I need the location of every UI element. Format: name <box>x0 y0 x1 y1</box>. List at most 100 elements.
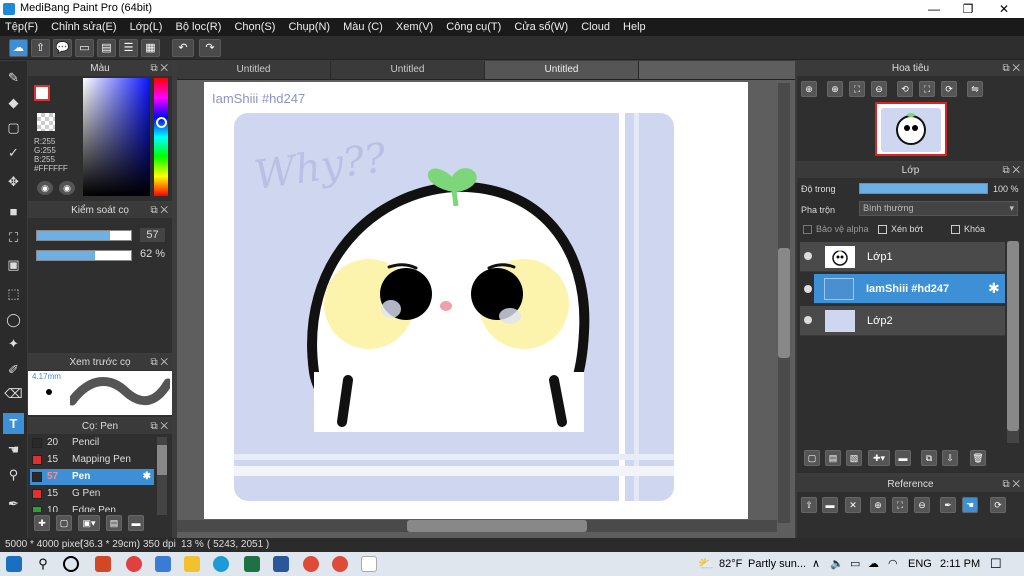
menu-window[interactable]: Cửa sổ(W) <box>509 18 573 36</box>
search-icon[interactable]: ⚲ <box>35 556 51 572</box>
list-icon[interactable]: ☰ <box>119 39 138 57</box>
select-pen-tool-icon[interactable]: ✐ <box>3 359 24 380</box>
vertical-scrollbar[interactable] <box>778 83 790 523</box>
brush-copy-icon[interactable]: ▤ <box>106 515 122 531</box>
menu-help[interactable]: Help <box>618 18 651 36</box>
fit-screen-icon[interactable]: ⛶ <box>849 81 865 97</box>
maximize-button[interactable]: ❐ <box>950 0 986 18</box>
layer-folder-icon[interactable]: ▬ <box>895 450 911 466</box>
file-explorer-icon[interactable] <box>184 556 200 572</box>
panel-controls-icon[interactable]: ⧉ ✕ <box>150 355 168 370</box>
settings-gear-icon[interactable]: ✱ <box>143 469 151 485</box>
zoom-fit-icon[interactable]: ⊕ <box>801 81 817 97</box>
line-tool-icon[interactable]: ✓ <box>3 142 24 163</box>
upload-icon[interactable]: ⇧ <box>31 39 50 57</box>
eyedropper-icon[interactable]: ◉ <box>59 181 75 195</box>
tab-untitled-2[interactable]: Untitled <box>331 61 485 79</box>
menu-layer[interactable]: Lớp(L) <box>125 18 168 36</box>
menu-capture[interactable]: Chụp(N) <box>283 18 335 36</box>
new-brush-icon[interactable]: ▢ <box>56 515 72 531</box>
new-layer-8bit-icon[interactable]: ▤ <box>825 450 841 466</box>
notifications-icon[interactable]: ☐ <box>990 556 1002 572</box>
new-layer-icon[interactable]: ▢ <box>804 450 820 466</box>
zoom-in-icon[interactable]: ⊕ <box>870 497 886 513</box>
brush-item[interactable]: 20 Pencil <box>30 435 154 451</box>
brush-item-selected[interactable]: 57 Pen ✱ <box>30 469 154 485</box>
protect-alpha-checkbox[interactable] <box>803 225 812 234</box>
redo-icon[interactable]: ↷ <box>199 39 221 57</box>
brush-size-value[interactable]: 57 <box>140 228 165 242</box>
add-layer-menu-icon[interactable]: ✚▾ <box>868 450 890 466</box>
magic-wand-tool-icon[interactable]: ✦ <box>3 333 24 354</box>
app-icon-red[interactable] <box>126 556 142 572</box>
volume-icon[interactable]: 🔈 <box>830 557 844 570</box>
vertical-scroll-thumb[interactable] <box>778 248 790 358</box>
rotate-left-icon[interactable]: ⟲ <box>897 81 913 97</box>
rotate-right-icon[interactable]: ⟳ <box>941 81 957 97</box>
menu-select[interactable]: Chọn(S) <box>229 18 280 36</box>
new-layer-1bit-icon[interactable]: ▧ <box>846 450 862 466</box>
panel-controls-icon[interactable]: ⧉ ✕ <box>150 61 168 76</box>
menu-edit[interactable]: Chỉnh sửa(E) <box>46 18 121 36</box>
transparent-swatch[interactable] <box>37 113 55 131</box>
rectangle-tool-icon[interactable]: ▢ <box>3 117 24 138</box>
gradient-tool-icon[interactable]: ▣ <box>3 254 24 275</box>
chrome-icon[interactable] <box>303 556 319 572</box>
brush-list-scrollbar[interactable] <box>157 437 167 515</box>
eyedropper-icon[interactable]: ✒ <box>940 497 956 513</box>
brush-menu-icon[interactable]: ▣▾ <box>78 515 100 531</box>
select-rect-tool-icon[interactable]: ⬚ <box>3 283 24 304</box>
menu-filter[interactable]: Bộ lọc(R) <box>171 18 227 36</box>
cloud-upload-icon[interactable]: ⇧ <box>801 497 817 513</box>
add-brush-icon[interactable]: ✚ <box>34 515 50 531</box>
zoom-out-icon[interactable]: ⊖ <box>871 81 887 97</box>
blend-mode-select[interactable]: Bình thường ▾ <box>859 201 1018 216</box>
flip-icon[interactable]: ⇋ <box>967 81 983 97</box>
panel-controls-icon[interactable]: ⧉ ✕ <box>1002 163 1020 178</box>
wifi-icon[interactable]: ◠ <box>888 557 898 570</box>
minimize-button[interactable]: — <box>916 0 952 18</box>
panel-controls-icon[interactable]: ⧉ ✕ <box>150 419 168 434</box>
brush-folder-icon[interactable]: ▬ <box>128 515 144 531</box>
settings-gear-icon[interactable]: ✱ <box>988 280 1000 297</box>
brush-tool-icon[interactable]: ✎ <box>3 67 24 88</box>
medibang-icon[interactable] <box>361 556 377 572</box>
move-tool-icon[interactable]: ✥ <box>3 171 24 192</box>
menu-view[interactable]: Xem(V) <box>391 18 438 36</box>
grid-icon[interactable]: ▦ <box>141 39 160 57</box>
brush-opacity-slider[interactable] <box>36 250 132 261</box>
delete-layer-icon[interactable]: 🗑 <box>970 450 986 466</box>
zoom-in-icon[interactable]: ⊕ <box>827 81 843 97</box>
select-eraser-tool-icon[interactable]: ⌫ <box>3 383 24 404</box>
brush-item[interactable]: 10 Edge Pen <box>30 503 154 512</box>
pen-nib-tool-icon[interactable]: ✒ <box>3 493 24 514</box>
battery-icon[interactable]: ▭ <box>850 557 860 570</box>
chat-icon[interactable]: ▭ <box>75 39 94 57</box>
tray-chevron-icon[interactable]: ∧ <box>812 557 820 570</box>
eyedropper-tool-icon[interactable]: ⚲ <box>3 464 24 485</box>
page-icon[interactable]: ▤ <box>97 39 116 57</box>
layer-row[interactable]: Lớp2 <box>800 306 1005 336</box>
chrome-icon-2[interactable] <box>332 556 348 572</box>
windows-start-icon[interactable] <box>6 556 22 572</box>
actual-size-icon[interactable]: ⛶ <box>919 81 935 97</box>
hand-tool-icon[interactable]: ☚ <box>3 439 24 460</box>
fit-screen-icon[interactable]: ⛶ <box>892 497 908 513</box>
palette-icon[interactable]: ◉ <box>37 181 53 195</box>
weather-text[interactable]: Partly sun... <box>748 558 806 570</box>
close-button[interactable]: ✕ <box>986 0 1022 18</box>
panel-controls-icon[interactable]: ⧉ ✕ <box>1002 477 1020 492</box>
comment-icon[interactable]: 💬 <box>53 39 72 57</box>
tab-untitled-1[interactable]: Untitled <box>177 61 331 79</box>
monitor-icon[interactable] <box>155 556 171 572</box>
panel-controls-icon[interactable]: ⧉ ✕ <box>150 203 168 218</box>
cloud-icon[interactable]: ☁ <box>9 39 28 57</box>
panel-controls-icon[interactable]: ⧉ ✕ <box>1002 61 1020 76</box>
clock[interactable]: 2:11 PM <box>940 558 980 570</box>
layer-opacity-slider[interactable] <box>859 183 988 194</box>
foreground-color-swatch[interactable] <box>34 85 50 101</box>
navigator-thumbnail[interactable] <box>875 102 947 156</box>
task-view-icon[interactable] <box>63 556 79 572</box>
excel-icon[interactable] <box>244 556 260 572</box>
undo-icon[interactable]: ↶ <box>172 39 194 57</box>
